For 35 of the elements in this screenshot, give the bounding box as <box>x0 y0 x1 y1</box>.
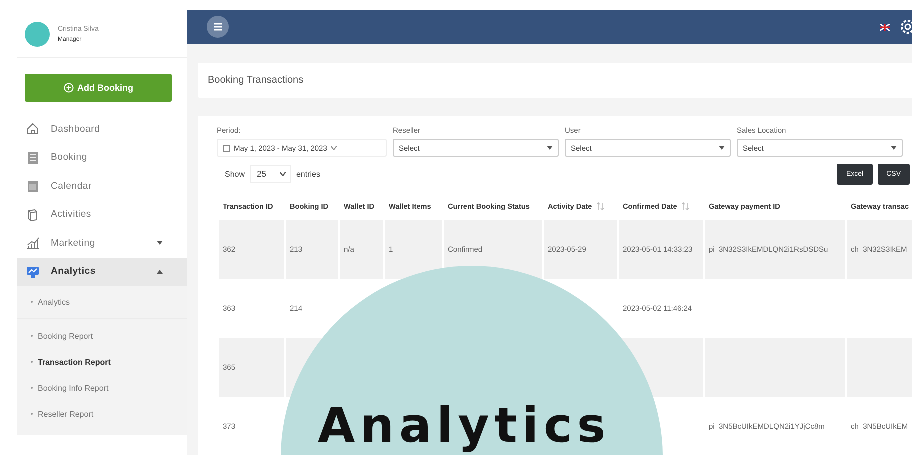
settings-icon[interactable] <box>898 19 912 35</box>
entries-label: entries <box>296 170 320 178</box>
caret-icon <box>280 172 286 176</box>
submenu-item[interactable]: Analytics <box>38 298 70 306</box>
submenu-item[interactable]: Reseller Report <box>38 410 94 418</box>
caret-icon <box>331 146 338 150</box>
submenu-item[interactable]: Booking Report <box>38 332 94 340</box>
page-title: Booking Transactions <box>208 75 304 86</box>
menu-icon[interactable] <box>207 16 229 38</box>
caret-icon <box>547 146 553 150</box>
submenu-item[interactable]: Booking Info Report <box>38 384 109 392</box>
submenu-item[interactable]: Transaction Report <box>38 358 111 366</box>
overlay-title: Analytics <box>318 400 611 453</box>
sort-icon <box>596 202 606 212</box>
house-icon <box>26 122 40 136</box>
sort-icon <box>681 202 690 212</box>
calendar-icon <box>26 179 40 194</box>
chart-icon <box>26 236 40 250</box>
sidebar-item[interactable]: Marketing <box>17 229 187 258</box>
plus-circle-icon <box>64 83 74 93</box>
entries-select[interactable]: 25 <box>250 165 292 183</box>
list-icon <box>26 150 40 165</box>
caret-icon <box>891 146 897 150</box>
box-icon <box>26 208 40 222</box>
flag-icon[interactable] <box>880 24 890 30</box>
sidebar-item[interactable]: Analytics <box>17 258 187 286</box>
sidebar-item[interactable]: Activities <box>17 200 187 229</box>
sidebar-item[interactable]: Booking <box>17 144 187 172</box>
sidebar-item[interactable]: Dashboard <box>17 115 187 144</box>
monitor-icon <box>26 264 40 279</box>
sidebar-item[interactable]: Calendar <box>17 172 187 200</box>
caret-icon <box>719 146 725 150</box>
calendar-icon <box>223 144 230 152</box>
show-label: Show <box>225 170 246 178</box>
avatar <box>25 22 50 47</box>
